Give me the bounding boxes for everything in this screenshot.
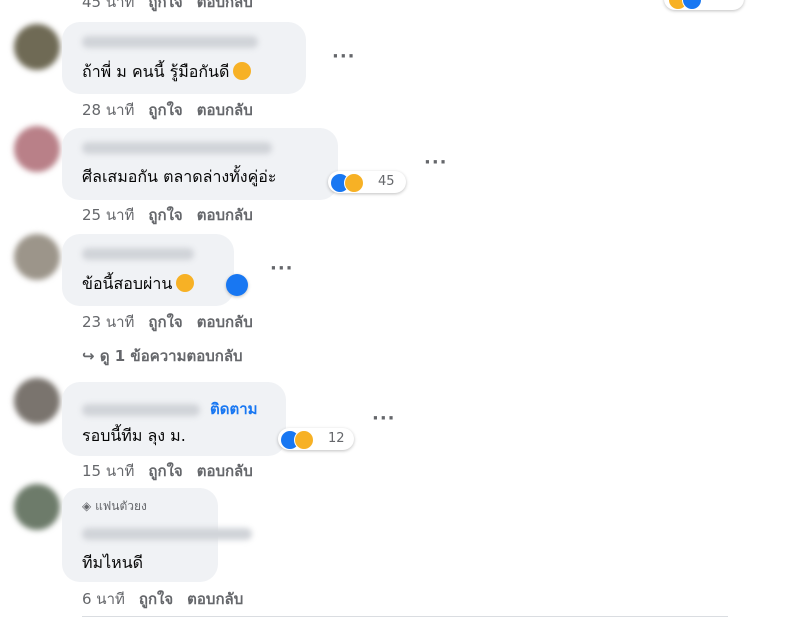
comment-meta: 15 นาที ถูกใจ ตอบกลับ xyxy=(82,462,253,480)
commenter-name[interactable] xyxy=(82,36,258,48)
comment-time: 6 นาที xyxy=(82,590,125,608)
comment-time: 15 นาที xyxy=(82,462,135,480)
comment-meta: 23 นาที ถูกใจ ตอบกลับ xyxy=(82,313,253,331)
like-link[interactable]: ถูกใจ xyxy=(148,462,182,480)
comment-time: 25 นาที xyxy=(82,206,135,224)
diamond-icon: ◈ xyxy=(82,499,92,513)
comment-text: ทีมไหนดี xyxy=(82,553,144,572)
comment-bubble xyxy=(62,128,338,200)
like-link[interactable]: ถูกใจ xyxy=(148,101,182,119)
commenter-name[interactable] xyxy=(82,404,200,416)
commenter-name[interactable] xyxy=(82,248,194,260)
comment-text: รอบนี้ทีม ลุง ม. xyxy=(82,426,186,445)
more-dots-icon[interactable]: ··· xyxy=(372,410,396,428)
comment-time: 45 นาที xyxy=(82,0,135,11)
comment-meta: 6 นาที ถูกใจ ตอบกลับ xyxy=(82,590,243,608)
reaction-count: 45 xyxy=(378,174,395,189)
commenter-name[interactable] xyxy=(82,528,252,540)
view-replies-link[interactable]: ↪ ดู 1 ข้อความตอบกลับ xyxy=(82,347,243,365)
more-dots-icon[interactable]: ··· xyxy=(424,154,448,172)
reaction-summary[interactable] xyxy=(664,0,744,10)
comment-meta: 25 นาที ถูกใจ ตอบกลับ xyxy=(82,206,253,224)
like-link[interactable]: ถูกใจ xyxy=(148,313,182,331)
comment-meta: 28 นาที ถูกใจ ตอบกลับ xyxy=(82,101,253,119)
comment-text: ข้อนี้สอบผ่าน xyxy=(82,274,195,294)
reaction-summary[interactable]: 12 xyxy=(278,428,354,450)
reply-link[interactable]: ตอบกลับ xyxy=(197,0,253,11)
emoji-icon xyxy=(233,62,252,80)
more-dots-icon[interactable]: ··· xyxy=(270,260,294,278)
follow-button[interactable]: ติดตาม xyxy=(210,400,258,418)
reaction-summary[interactable]: 45 xyxy=(328,171,406,193)
reply-link[interactable]: ตอบกลับ xyxy=(197,313,253,331)
like-reaction-icon[interactable] xyxy=(226,274,248,296)
avatar[interactable] xyxy=(14,126,60,172)
avatar[interactable] xyxy=(14,484,60,530)
reply-link[interactable]: ตอบกลับ xyxy=(197,101,253,119)
reaction-count: 12 xyxy=(328,431,345,446)
avatar[interactable] xyxy=(14,378,60,424)
divider xyxy=(82,616,728,617)
comment-meta-top: 45 นาที ถูกใจ ตอบกลับ xyxy=(82,0,253,11)
reply-link[interactable]: ตอบกลับ xyxy=(197,206,253,224)
reply-link[interactable]: ตอบกลับ xyxy=(187,590,243,608)
like-reaction-icon xyxy=(682,0,702,10)
like-link[interactable]: ถูกใจ xyxy=(148,0,182,11)
comment-text: ถ้าพี่ ม คนนี้ รู้มือกันดี xyxy=(82,62,252,82)
like-link[interactable]: ถูกใจ xyxy=(148,206,182,224)
comment-bubble xyxy=(62,22,306,94)
comment-bubble xyxy=(62,234,234,306)
emoji-icon xyxy=(176,274,195,292)
reply-arrow-icon: ↪ xyxy=(82,347,95,365)
comment-time: 28 นาที xyxy=(82,101,135,119)
reply-link[interactable]: ตอบกลับ xyxy=(197,462,253,480)
comment-time: 23 นาที xyxy=(82,313,135,331)
avatar[interactable] xyxy=(14,234,60,280)
more-dots-icon[interactable]: ··· xyxy=(332,48,356,66)
fan-badge: ◈ แฟนตัวยง xyxy=(82,499,147,513)
haha-reaction-icon xyxy=(344,173,364,193)
commenter-name[interactable] xyxy=(82,142,272,154)
like-link[interactable]: ถูกใจ xyxy=(139,590,173,608)
haha-reaction-icon xyxy=(294,430,314,450)
avatar[interactable] xyxy=(14,24,60,70)
comment-text: ศีลเสมอกัน ตลาดล่างทั้งคู่อ่ะ xyxy=(82,167,277,186)
